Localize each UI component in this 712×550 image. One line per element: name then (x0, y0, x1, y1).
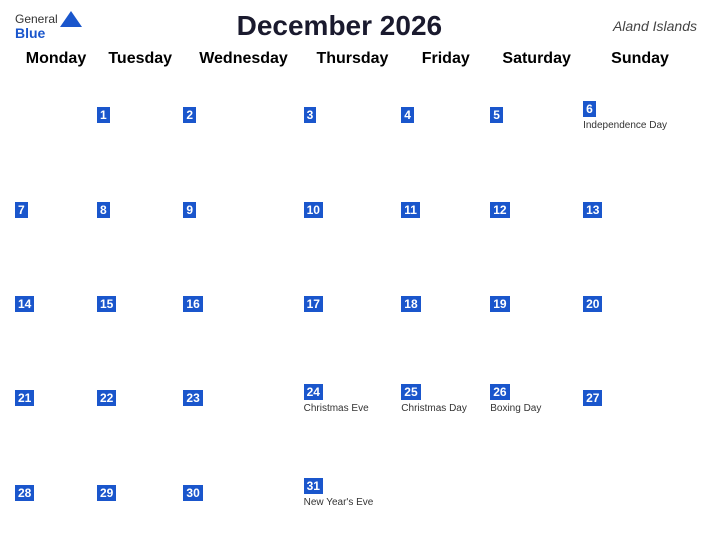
calendar-table: Monday Tuesday Wednesday Thursday Friday… (15, 50, 697, 540)
calendar-cell: 1 (97, 68, 183, 162)
day-number: 12 (490, 202, 509, 218)
calendar-header: General Blue December 2026 Aland Islands (15, 10, 697, 42)
day-number: 17 (304, 296, 323, 312)
calendar-cell: 7 (15, 162, 97, 256)
day-number: 25 (401, 384, 420, 400)
calendar-week-2: 7 8 9 10 11 12 13 (15, 162, 697, 256)
calendar-cell: 26 Boxing Day (490, 351, 583, 445)
calendar-cell: 30 (183, 446, 303, 540)
calendar-cell: 9 (183, 162, 303, 256)
day-number: 8 (97, 202, 110, 218)
calendar-cell: 23 (183, 351, 303, 445)
calendar-week-4: 21 22 23 24 Christmas Eve 25 Christmas Day26 Bo… (15, 351, 697, 445)
header-monday: Monday (15, 50, 97, 68)
calendar-cell: 4 (401, 68, 490, 162)
calendar-cell: 20 (583, 257, 697, 351)
logo: General Blue (15, 11, 82, 41)
day-number: 16 (183, 296, 202, 312)
day-number: 20 (583, 296, 602, 312)
header-wednesday: Wednesday (183, 50, 303, 68)
header-sunday: Sunday (583, 50, 697, 68)
day-number: 24 (304, 384, 323, 400)
calendar-cell (583, 446, 697, 540)
event-label: New Year's Eve (304, 497, 402, 508)
weekday-header-row: Monday Tuesday Wednesday Thursday Friday… (15, 50, 697, 68)
calendar-cell: 11 (401, 162, 490, 256)
calendar-cell (401, 446, 490, 540)
calendar-cell: 12 (490, 162, 583, 256)
day-number: 18 (401, 296, 420, 312)
day-number: 11 (401, 202, 420, 218)
calendar-cell: 29 (97, 446, 183, 540)
calendar-cell: 27 (583, 351, 697, 445)
logo-general-text: General (15, 12, 58, 26)
event-label: Christmas Eve (304, 403, 402, 414)
calendar-cell: 6 Independence Day (583, 68, 697, 162)
day-number: 15 (97, 296, 116, 312)
day-number: 21 (15, 390, 34, 406)
day-number: 13 (583, 202, 602, 218)
day-number: 1 (97, 107, 110, 123)
calendar-week-1: 1 2 3 4 5 6 Independence Day (15, 68, 697, 162)
day-number: 2 (183, 107, 196, 123)
day-number: 10 (304, 202, 323, 218)
header-tuesday: Tuesday (97, 50, 183, 68)
calendar-cell: 16 (183, 257, 303, 351)
calendar-cell (490, 446, 583, 540)
day-number: 23 (183, 390, 202, 406)
calendar-cell: 2 (183, 68, 303, 162)
calendar-cell: 8 (97, 162, 183, 256)
calendar-cell (15, 68, 97, 162)
day-number: 4 (401, 107, 414, 123)
event-label: Christmas Day (401, 403, 490, 414)
day-number: 27 (583, 390, 602, 406)
day-number: 9 (183, 202, 196, 218)
calendar-week-3: 14 15 16 17 18 19 20 (15, 257, 697, 351)
day-number: 7 (15, 202, 28, 218)
day-number: 3 (304, 107, 317, 123)
day-number: 5 (490, 107, 503, 123)
calendar-cell: 13 (583, 162, 697, 256)
day-number: 29 (97, 485, 116, 501)
calendar-cell: 31 New Year's Eve (304, 446, 402, 540)
day-number: 14 (15, 296, 34, 312)
calendar-cell: 18 (401, 257, 490, 351)
calendar-cell: 28 (15, 446, 97, 540)
calendar-cell: 14 (15, 257, 97, 351)
header-saturday: Saturday (490, 50, 583, 68)
calendar-cell: 10 (304, 162, 402, 256)
calendar-cell: 22 (97, 351, 183, 445)
header-friday: Friday (401, 50, 490, 68)
calendar-cell: 24 Christmas Eve (304, 351, 402, 445)
calendar-cell: 25 Christmas Day (401, 351, 490, 445)
logo-icon (60, 11, 82, 27)
logo-blue-text: Blue (15, 25, 45, 41)
calendar-cell: 19 (490, 257, 583, 351)
day-number: 30 (183, 485, 202, 501)
day-number: 19 (490, 296, 509, 312)
calendar-cell: 15 (97, 257, 183, 351)
event-label: Boxing Day (490, 403, 583, 414)
calendar-cell: 5 (490, 68, 583, 162)
day-number: 26 (490, 384, 509, 400)
calendar-cell: 21 (15, 351, 97, 445)
calendar-cell: 3 (304, 68, 402, 162)
region-label: Aland Islands (597, 18, 697, 34)
event-label: Independence Day (583, 120, 697, 131)
day-number: 6 (583, 101, 596, 117)
calendar-cell: 17 (304, 257, 402, 351)
day-number: 22 (97, 390, 116, 406)
header-thursday: Thursday (304, 50, 402, 68)
calendar-week-5: 28 29 30 31 New Year's Eve (15, 446, 697, 540)
calendar-title: December 2026 (237, 10, 442, 42)
day-number: 31 (304, 478, 323, 494)
day-number: 28 (15, 485, 34, 501)
